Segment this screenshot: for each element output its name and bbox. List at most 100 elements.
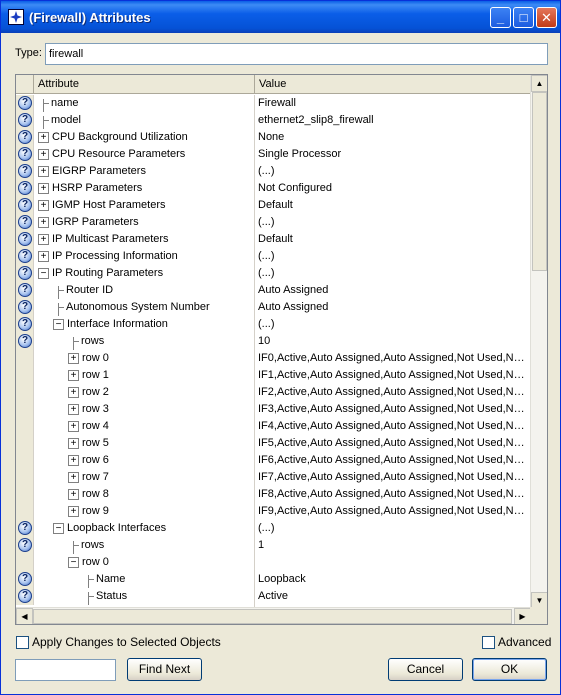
cancel-button[interactable]: Cancel bbox=[388, 658, 463, 681]
plus-box-icon[interactable]: + bbox=[68, 489, 79, 500]
minus-box-icon[interactable]: − bbox=[38, 268, 49, 279]
attribute-label[interactable]: rows bbox=[81, 333, 104, 350]
attribute-label[interactable]: IP Multicast Parameters bbox=[52, 231, 169, 248]
attribute-value[interactable]: (...) bbox=[258, 316, 530, 333]
advanced-label[interactable]: Advanced bbox=[498, 635, 551, 649]
attribute-value[interactable]: Loopback bbox=[258, 571, 530, 588]
attribute-label[interactable]: row 4 bbox=[82, 418, 109, 435]
question-mark-icon[interactable]: ? bbox=[18, 300, 32, 314]
plus-box-icon[interactable]: + bbox=[68, 455, 79, 466]
attribute-label[interactable]: name bbox=[51, 95, 79, 112]
attribute-label[interactable]: row 0 bbox=[82, 554, 109, 571]
plus-box-icon[interactable]: + bbox=[68, 370, 79, 381]
attribute-value[interactable]: Not Configured bbox=[258, 180, 530, 197]
attribute-value[interactable]: Active bbox=[258, 588, 530, 605]
attribute-value[interactable]: Firewall bbox=[258, 95, 530, 112]
grid-row[interactable]: + row 1 IF1,Active,Auto Assigned,Auto Assi… bbox=[16, 367, 531, 384]
minus-box-icon[interactable]: − bbox=[53, 319, 64, 330]
attribute-label[interactable]: row 8 bbox=[82, 486, 109, 503]
question-mark-icon[interactable]: ? bbox=[18, 521, 32, 535]
attribute-value[interactable]: Single Processor bbox=[258, 146, 530, 163]
attribute-label[interactable]: CPU Resource Parameters bbox=[52, 146, 185, 163]
plus-box-icon[interactable]: + bbox=[68, 387, 79, 398]
attribute-label[interactable]: row 9 bbox=[82, 503, 109, 520]
scroll-left-icon[interactable]: ◀ bbox=[16, 608, 33, 624]
question-mark-icon[interactable]: ? bbox=[18, 249, 32, 263]
grid-row[interactable]: ? Autonomous System Number Auto Assigned bbox=[16, 299, 531, 316]
plus-box-icon[interactable]: + bbox=[68, 353, 79, 364]
plus-box-icon[interactable]: + bbox=[68, 421, 79, 432]
attribute-value[interactable]: 1 bbox=[258, 537, 530, 554]
ok-button[interactable]: OK bbox=[472, 658, 547, 681]
question-mark-icon[interactable]: ? bbox=[18, 266, 32, 280]
attribute-value[interactable]: Default bbox=[258, 197, 530, 214]
attribute-label[interactable]: row 6 bbox=[82, 452, 109, 469]
attribute-label[interactable]: IP Routing Parameters bbox=[52, 265, 163, 282]
grid-row[interactable]: ? + IGRP Parameters (...) bbox=[16, 214, 531, 231]
grid-row[interactable]: ? Router ID Auto Assigned bbox=[16, 282, 531, 299]
grid-row[interactable]: + row 9 IF9,Active,Auto Assigned,Auto Assi… bbox=[16, 503, 531, 520]
attribute-value[interactable]: IF2,Active,Auto Assigned,Auto Assigned,N… bbox=[258, 384, 530, 401]
grid-row[interactable]: ? + EIGRP Parameters (...) bbox=[16, 163, 531, 180]
grid-row[interactable]: ? name Firewall bbox=[16, 95, 531, 112]
grid-row[interactable]: ? rows 10 bbox=[16, 333, 531, 350]
attribute-label[interactable]: IGRP Parameters bbox=[52, 214, 139, 231]
attribute-value[interactable] bbox=[258, 554, 530, 571]
attribute-value[interactable]: 10 bbox=[258, 333, 530, 350]
value-column-header[interactable]: Value bbox=[255, 75, 531, 94]
attribute-label[interactable]: row 0 bbox=[82, 350, 109, 367]
attribute-value[interactable]: ethernet2_slip8_firewall bbox=[258, 112, 530, 129]
grid-row[interactable]: + row 8 IF8,Active,Auto Assigned,Auto Assi… bbox=[16, 486, 531, 503]
question-mark-icon[interactable]: ? bbox=[18, 164, 32, 178]
plus-box-icon[interactable]: + bbox=[38, 251, 49, 262]
attribute-value[interactable]: IF0,Active,Auto Assigned,Auto Assigned,N… bbox=[258, 350, 530, 367]
attribute-value[interactable]: IF6,Active,Auto Assigned,Auto Assigned,N… bbox=[258, 452, 530, 469]
attributes-grid[interactable]: Attribute Value ? name Firewall? model ether… bbox=[15, 74, 548, 625]
plus-box-icon[interactable]: + bbox=[38, 166, 49, 177]
question-mark-icon[interactable]: ? bbox=[18, 283, 32, 297]
grid-row[interactable]: − row 0 bbox=[16, 554, 531, 571]
attribute-value[interactable]: None bbox=[258, 129, 530, 146]
attribute-value[interactable]: Auto Assigned bbox=[258, 299, 530, 316]
attribute-label[interactable]: row 1 bbox=[82, 367, 109, 384]
attribute-value[interactable]: IF9,Active,Auto Assigned,Auto Assigned,N… bbox=[258, 503, 530, 520]
find-input[interactable] bbox=[15, 659, 116, 681]
attribute-label[interactable]: Autonomous System Number bbox=[66, 299, 210, 316]
vertical-scroll-thumb[interactable] bbox=[532, 92, 547, 271]
grid-row[interactable]: ? rows 1 bbox=[16, 537, 531, 554]
question-mark-icon[interactable]: ? bbox=[18, 572, 32, 586]
attribute-label[interactable]: IP Processing Information bbox=[52, 248, 178, 265]
attribute-value[interactable]: IF7,Active,Auto Assigned,Auto Assigned,N… bbox=[258, 469, 530, 486]
plus-box-icon[interactable]: + bbox=[38, 217, 49, 228]
grid-row[interactable]: ? Status Active bbox=[16, 588, 531, 605]
close-button[interactable]: ✕ bbox=[536, 7, 557, 28]
find-next-button[interactable]: Find Next bbox=[127, 658, 202, 681]
grid-row[interactable]: ? − Interface Information (...) bbox=[16, 316, 531, 333]
minus-box-icon[interactable]: − bbox=[68, 557, 79, 568]
grid-row[interactable]: ? + CPU Resource Parameters Single Processo… bbox=[16, 146, 531, 163]
horizontal-scroll-thumb[interactable] bbox=[33, 609, 512, 624]
attribute-label[interactable]: EIGRP Parameters bbox=[52, 163, 146, 180]
grid-row[interactable]: + row 7 IF7,Active,Auto Assigned,Auto Assi… bbox=[16, 469, 531, 486]
title-bar[interactable]: (Firewall) Attributes _ □ ✕ bbox=[1, 1, 560, 33]
attribute-label[interactable]: rows bbox=[81, 537, 104, 554]
grid-row[interactable]: ? model ethernet2_slip8_firewall bbox=[16, 112, 531, 129]
question-mark-icon[interactable]: ? bbox=[18, 589, 32, 603]
attribute-label[interactable]: Loopback Interfaces bbox=[67, 520, 166, 537]
attribute-value[interactable]: IF5,Active,Auto Assigned,Auto Assigned,N… bbox=[258, 435, 530, 452]
question-mark-icon[interactable]: ? bbox=[18, 232, 32, 246]
grid-row[interactable]: + row 2 IF2,Active,Auto Assigned,Auto Assi… bbox=[16, 384, 531, 401]
attribute-value[interactable]: IF8,Active,Auto Assigned,Auto Assigned,N… bbox=[258, 486, 530, 503]
grid-row[interactable]: + row 0 IF0,Active,Auto Assigned,Auto Assi… bbox=[16, 350, 531, 367]
question-mark-icon[interactable]: ? bbox=[18, 113, 32, 127]
plus-box-icon[interactable]: + bbox=[38, 132, 49, 143]
grid-row[interactable]: + row 4 IF4,Active,Auto Assigned,Auto Assi… bbox=[16, 418, 531, 435]
grid-row[interactable]: ? + IP Processing Information (...) bbox=[16, 248, 531, 265]
attribute-value[interactable]: IF4,Active,Auto Assigned,Auto Assigned,N… bbox=[258, 418, 530, 435]
attribute-value[interactable]: (...) bbox=[258, 163, 530, 180]
advanced-checkbox[interactable] bbox=[482, 636, 495, 649]
plus-box-icon[interactable]: + bbox=[38, 234, 49, 245]
plus-box-icon[interactable]: + bbox=[38, 183, 49, 194]
attribute-value[interactable]: Auto Assigned bbox=[258, 282, 530, 299]
grid-row[interactable]: + row 5 IF5,Active,Auto Assigned,Auto Assi… bbox=[16, 435, 531, 452]
